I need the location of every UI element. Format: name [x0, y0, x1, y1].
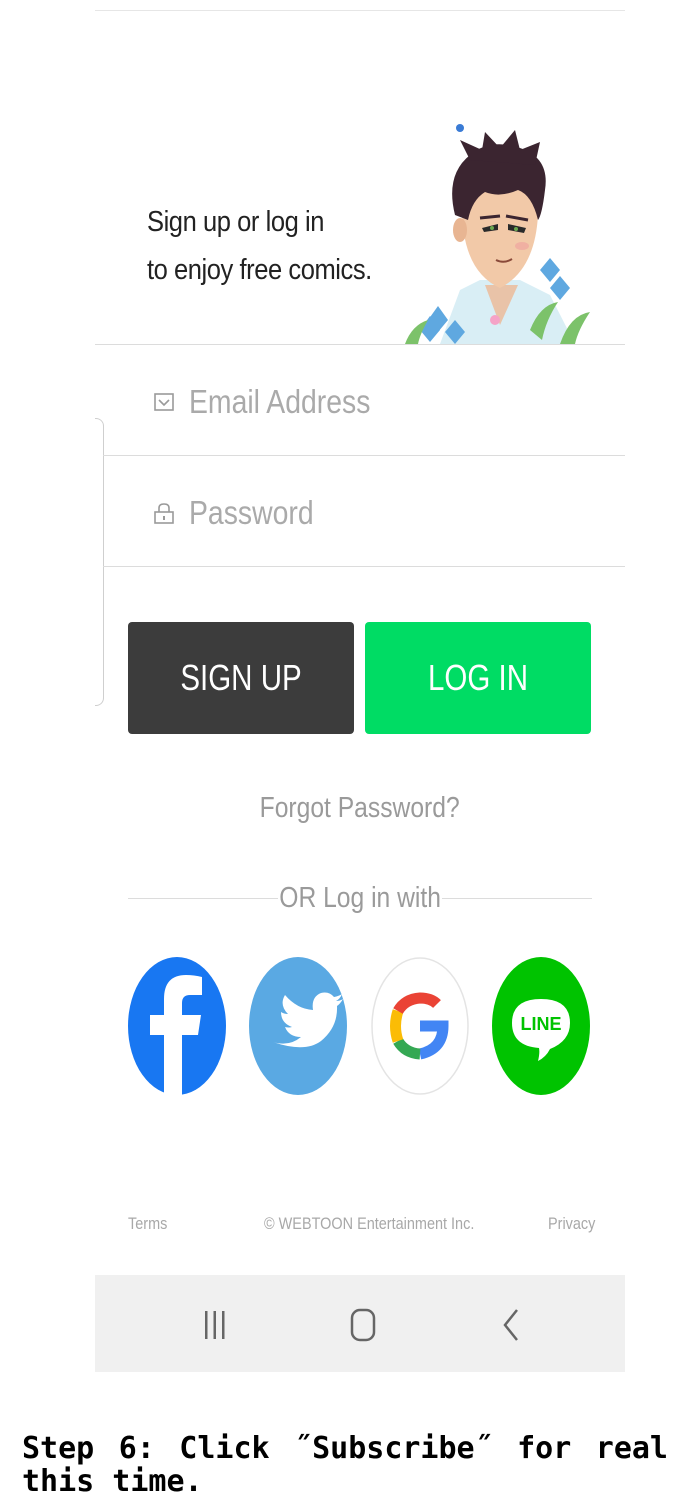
promo-line-2: to enjoy free comics.: [147, 254, 372, 286]
line-icon-label: LINE: [520, 1014, 561, 1034]
privacy-link[interactable]: Privacy: [548, 1214, 604, 1234]
sign-up-button[interactable]: SIGN UP: [128, 622, 354, 734]
password-field: [103, 456, 625, 567]
home-icon: [350, 1308, 376, 1342]
login-screen: Sign up or log in to enjoy free comics.: [95, 0, 625, 1372]
facebook-login-button[interactable]: [128, 957, 226, 1095]
lock-icon: [154, 503, 174, 524]
promo-text: Sign up or log in to enjoy free comics.: [147, 198, 372, 294]
line-login-button[interactable]: LINE: [492, 957, 590, 1095]
log-in-label: LOG IN: [427, 657, 529, 698]
sign-up-label: SIGN UP: [180, 657, 302, 698]
tutorial-caption: Step 6: Click ˝Subscribe˝ for real this …: [22, 1431, 668, 1499]
twitter-icon: [249, 957, 347, 1095]
google-login-button[interactable]: [371, 957, 469, 1095]
twitter-login-button[interactable]: [249, 957, 347, 1095]
android-nav-bar: [95, 1275, 625, 1372]
log-in-button[interactable]: LOG IN: [365, 622, 591, 734]
home-button[interactable]: [343, 1305, 383, 1345]
terms-link[interactable]: Terms: [128, 1214, 174, 1234]
promo-line-1: Sign up or log in: [147, 206, 324, 238]
recent-apps-button[interactable]: [195, 1305, 235, 1345]
social-divider: OR Log in with: [128, 882, 592, 918]
privacy-label: Privacy: [548, 1214, 596, 1233]
email-input[interactable]: [189, 375, 533, 429]
copyright-label: © WEBTOON Entertainment Inc.: [264, 1214, 475, 1233]
recent-apps-icon: [205, 1311, 225, 1339]
email-field: [103, 345, 625, 456]
google-icon: [371, 957, 469, 1095]
top-divider: [95, 10, 625, 11]
back-icon: [503, 1309, 518, 1341]
social-divider-label: OR Log in with: [279, 882, 441, 914]
copyright-text: © WEBTOON Entertainment Inc.: [264, 1214, 511, 1234]
terms-label: Terms: [128, 1214, 168, 1233]
promo-banner: Sign up or log in to enjoy free comics.: [95, 110, 625, 344]
facebook-icon: [128, 957, 226, 1095]
forgot-password-link[interactable]: Forgot Password?: [95, 792, 625, 825]
envelope-icon: [154, 393, 174, 411]
character-illustration: [405, 124, 590, 344]
back-button[interactable]: [491, 1305, 531, 1345]
password-input[interactable]: [189, 486, 533, 540]
line-icon: LINE: [492, 957, 590, 1095]
forgot-password-label: Forgot Password?: [259, 792, 461, 824]
